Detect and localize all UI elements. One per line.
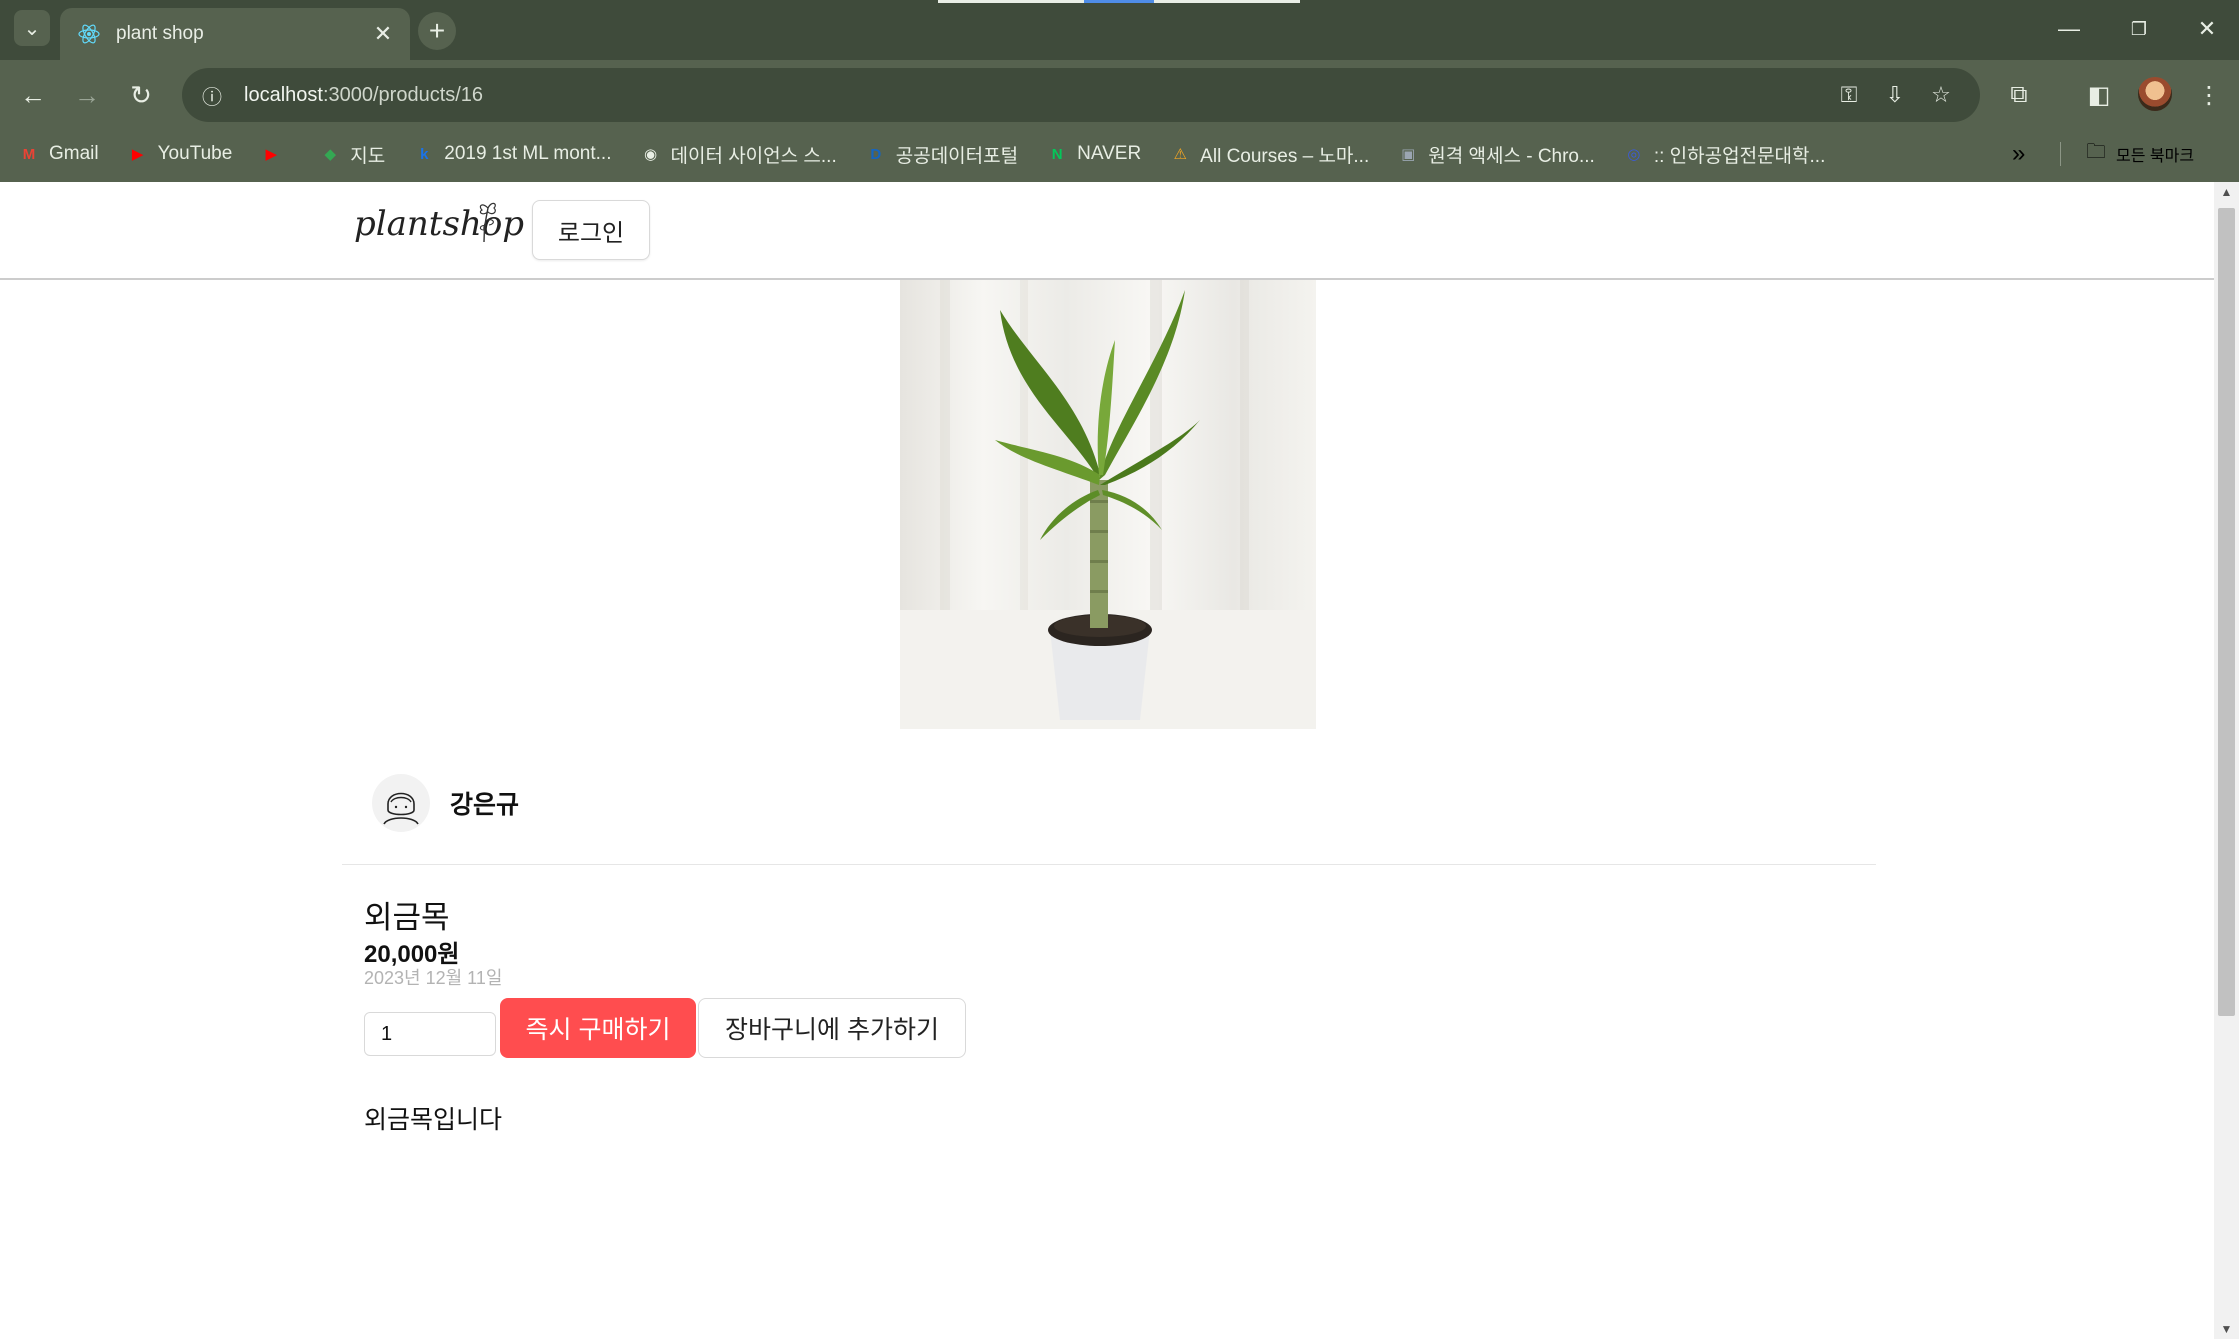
tab-title: plant shop [116,23,204,44]
seller-info: 강은규 [372,774,519,832]
scrollbar-thumb[interactable] [2218,208,2235,1016]
bookmark-label: 원격 액세스 - Chro... [1428,145,1595,167]
restore-icon[interactable]: ❐ [2104,0,2174,58]
school-icon: ◎ [1627,146,1641,163]
scroll-down-arrow-icon[interactable]: ▼ [2220,1322,2233,1336]
globe-icon: ◉ [643,146,658,163]
browser-tab[interactable]: plant shop ✕ [60,8,410,60]
data-portal-icon: D [870,145,882,163]
k-icon: k [420,145,429,163]
bookmark-item[interactable]: ◉ 데이터 사이언스 스... [639,141,837,168]
minimize-icon[interactable]: — [2034,0,2104,58]
bookmark-label: YouTube [157,143,233,164]
bookmark-item[interactable]: N NAVER [1046,143,1141,165]
side-panel-icon[interactable]: ◧ [2078,74,2120,116]
gmail-icon: M [22,145,36,163]
react-icon [76,21,102,47]
buy-now-button[interactable]: 즉시 구매하기 [500,998,696,1058]
bookmark-label: All Courses – 노마... [1200,145,1370,167]
extensions-icon[interactable]: ⧉ [1998,74,2040,116]
product-image [900,280,1316,729]
site-info-icon[interactable]: ⓘ [194,77,230,113]
page-viewport: plantshop 로그인 강은규 외금목 20,000원 2023년 12월 … [0,182,2214,1339]
bookmarks-bar: M Gmail ▶ YouTube ▶ ◆ 지도 k 2019 1st ML mont... ◉ 데… [0,132,2239,176]
add-to-cart-button[interactable]: 장바구니에 추가하기 [698,998,966,1058]
bookmark-label: Gmail [49,143,99,164]
bookmark-item[interactable]: k 2019 1st ML mont... [413,143,611,165]
site-header: plantshop 로그인 [0,182,2214,280]
loading-indicator [1084,0,1154,3]
url-text: localhost:3000/products/16 [244,83,484,106]
address-bar[interactable]: ⓘ localhost:3000/products/16 ⚿ ⇩ ☆ [182,68,1980,122]
maps-icon: ◆ [324,146,337,163]
more-menu-icon[interactable]: ⋮ [2188,74,2230,116]
bookmark-item[interactable]: ⚠ All Courses – 노마... [1169,141,1369,168]
bookmark-star-icon[interactable]: ☆ [1924,78,1958,112]
product-description: 외금목입니다 [364,1106,503,1134]
section-divider [342,864,1876,865]
scroll-up-arrow-icon[interactable]: ▲ [2220,185,2233,199]
folder-icon: 🗀 [2086,141,2106,163]
product-date: 2023년 12월 11일 [364,968,503,988]
forward-arrow-icon[interactable]: → [66,74,108,116]
loading-indicator [938,0,1084,3]
login-button[interactable]: 로그인 [532,200,650,260]
seller-name: 강은규 [450,791,520,819]
bookmark-label: 2019 1st ML mont... [444,143,612,164]
user-avatar-icon [372,774,430,832]
close-window-icon[interactable]: ✕ [2172,0,2239,58]
remote-access-icon: ▣ [1401,146,1416,163]
naver-icon: N [1051,145,1063,163]
new-tab-button[interactable]: + [418,12,456,50]
reload-icon[interactable]: ↻ [120,74,162,116]
youtube-icon: ▶ [131,146,144,163]
back-arrow-icon[interactable]: ← [12,74,54,116]
all-bookmarks-folder[interactable]: 🗀 모든 북마크 [2086,132,2194,176]
browser-toolbar: ← → ↻ ⓘ localhost:3000/products/16 ⚿ ⇩ ☆… [0,60,2239,182]
key-icon[interactable]: ⚿ [1832,78,1866,112]
youtube-icon: ▶ [265,146,278,163]
quantity-input[interactable]: 1 [364,1012,496,1056]
folder-label: 모든 북마크 [2116,148,2195,165]
tab-search-button[interactable]: ⌄ [14,10,50,46]
bookmark-label: NAVER [1077,143,1142,164]
bookmark-item[interactable]: ▶ YouTube [127,143,233,165]
page-scrollbar[interactable]: ▲ ▼ [2214,182,2239,1339]
bookmark-item[interactable]: ◆ 지도 [319,141,386,168]
bookmark-item[interactable]: M Gmail [18,143,99,165]
nomad-icon: ⚠ [1173,146,1187,163]
more-bookmarks-icon[interactable]: » [2012,132,2025,176]
bookmark-item[interactable]: D 공공데이터포털 [865,141,1018,168]
flower-logo-icon [479,202,496,243]
browser-tab-strip: ⌄ plant shop ✕ + — ❐ ✕ [0,0,2239,60]
bookmark-label: :: 인하공업전문대학... [1653,145,1826,167]
bookmark-label: 공공데이터포털 [895,145,1019,167]
close-tab-icon[interactable]: ✕ [368,19,398,49]
bookmark-item[interactable]: ▶ [260,143,291,165]
bookmark-item[interactable]: ◎:: 인하공업전문대학... [1623,141,1826,168]
bookmark-label: 데이터 사이언스 스... [670,145,837,167]
bookmark-label: 지도 [350,145,386,167]
bookmark-item[interactable]: ▣ 원격 액세스 - Chro... [1397,141,1595,168]
bookmarks-separator [2060,142,2061,166]
chevron-down-icon: ⌄ [23,17,41,40]
loading-indicator [1154,0,1300,3]
profile-avatar[interactable] [2138,77,2172,111]
product-name: 외금목 [364,900,450,935]
install-app-icon[interactable]: ⇩ [1878,78,1912,112]
